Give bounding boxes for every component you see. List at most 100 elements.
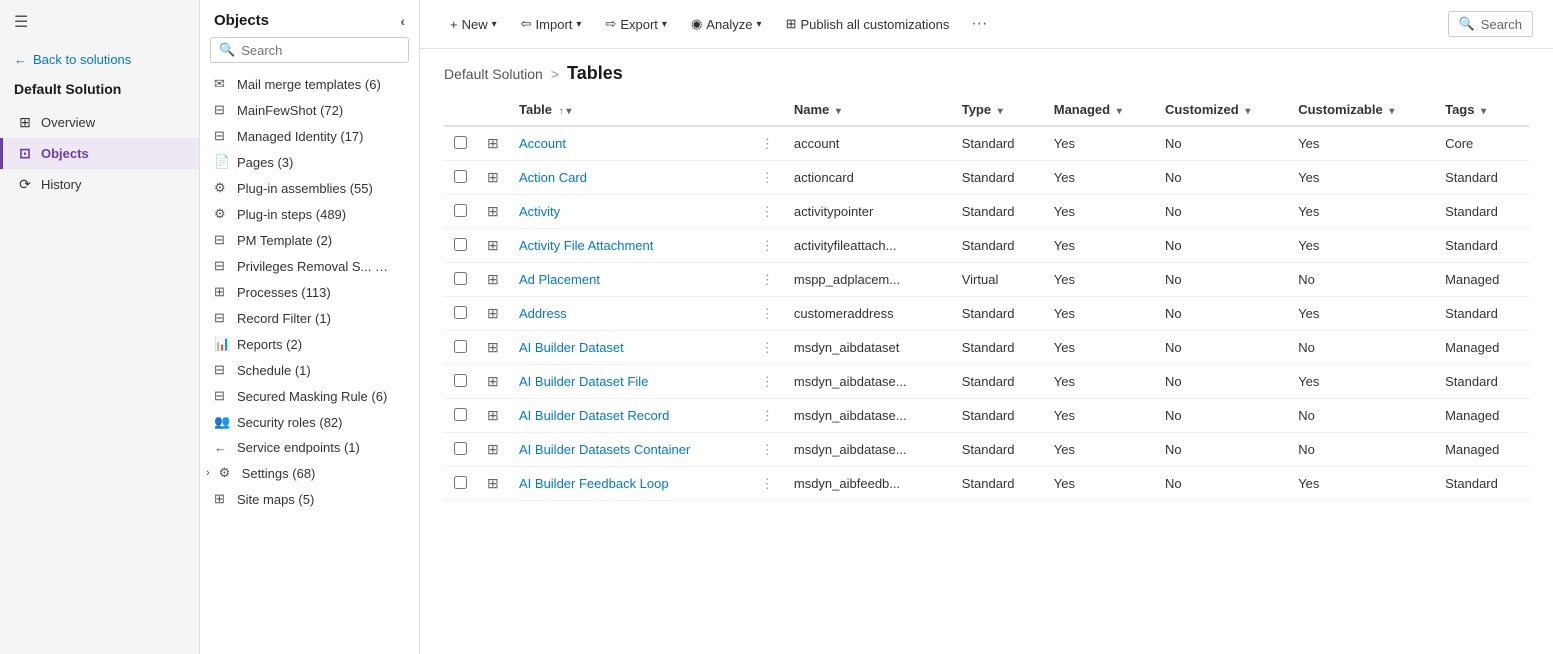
row-checkbox-input-8[interactable] [454, 408, 467, 421]
col-header-tags[interactable]: Tags ▾ [1435, 94, 1529, 126]
objects-item-plugin-steps[interactable]: ⚙ Plug-in steps (489) ··· [200, 201, 419, 227]
row-customizable-7: Yes [1288, 365, 1435, 399]
row-checkbox-8[interactable] [444, 399, 477, 433]
back-to-solutions-link[interactable]: ← Back to solutions [0, 44, 199, 75]
analyze-icon: ◉ [691, 16, 702, 32]
row-checkbox-input-5[interactable] [454, 306, 467, 319]
objects-item-label-site-maps: Site maps (5) [237, 492, 390, 507]
row-checkbox-1[interactable] [444, 161, 477, 195]
row-more-10[interactable]: ⋮ [751, 467, 784, 501]
analyze-button[interactable]: ◉ Analyze ▾ [681, 11, 772, 37]
col-header-type[interactable]: Type ▾ [952, 94, 1044, 126]
row-more-0[interactable]: ⋮ [751, 126, 784, 161]
objects-item-label-mainfewshot: MainFewShot (72) [237, 103, 390, 118]
objects-item-mainfewshot[interactable]: ⊟ MainFewShot (72) ··· [200, 97, 419, 123]
sidebar-item-history[interactable]: ⟳ History [0, 169, 199, 200]
import-button[interactable]: ⇦ Import ▾ [511, 11, 592, 37]
row-checkbox-5[interactable] [444, 297, 477, 331]
row-checkbox-input-6[interactable] [454, 340, 467, 353]
row-checkbox-input-1[interactable] [454, 170, 467, 183]
hamburger-icon[interactable]: ☰ [0, 0, 199, 44]
objects-search-box[interactable]: 🔍 [210, 37, 409, 63]
row-more-1[interactable]: ⋮ [751, 161, 784, 195]
objects-item-security-roles[interactable]: 👥 Security roles (82) ··· [200, 409, 419, 435]
row-table-name-3[interactable]: Activity File Attachment [509, 229, 751, 263]
row-checkbox-input-2[interactable] [454, 204, 467, 217]
row-more-8[interactable]: ⋮ [751, 399, 784, 433]
breadcrumb-parent[interactable]: Default Solution [444, 66, 543, 82]
row-checkbox-input-3[interactable] [454, 238, 467, 251]
objects-item-privileges-removal[interactable]: ⊟ Privileges Removal S... (3) ··· [200, 253, 419, 279]
row-table-name-5[interactable]: Address [509, 297, 751, 331]
row-table-name-6[interactable]: AI Builder Dataset [509, 331, 751, 365]
row-table-name-0[interactable]: Account [509, 126, 751, 161]
row-checkbox-6[interactable] [444, 331, 477, 365]
col-header-table[interactable]: Table ↑ ▾ [509, 94, 751, 126]
objects-item-secured-masking[interactable]: ⊟ Secured Masking Rule (6) ··· [200, 383, 419, 409]
row-checkbox-input-10[interactable] [454, 476, 467, 489]
row-checkbox-9[interactable] [444, 433, 477, 467]
row-table-name-8[interactable]: AI Builder Dataset Record [509, 399, 751, 433]
col-header-customized[interactable]: Customized ▾ [1155, 94, 1288, 126]
row-more-2[interactable]: ⋮ [751, 195, 784, 229]
sidebar-item-objects[interactable]: ⊡ Objects [0, 138, 199, 169]
row-checkbox-3[interactable] [444, 229, 477, 263]
objects-item-pm-template[interactable]: ⊟ PM Template (2) ··· [200, 227, 419, 253]
row-table-name-9[interactable]: AI Builder Datasets Container [509, 433, 751, 467]
row-api-name-8: msdyn_aibdatase... [784, 399, 952, 433]
table-grid-icon-6: ⊞ [487, 339, 499, 355]
row-managed-1: Yes [1044, 161, 1155, 195]
col-header-customizable[interactable]: Customizable ▾ [1288, 94, 1435, 126]
toolbar-search-box[interactable]: 🔍 Search [1448, 11, 1533, 37]
export-button[interactable]: ⇨ Export ▾ [595, 11, 677, 37]
row-customizable-0: Yes [1288, 126, 1435, 161]
objects-item-managed-identity[interactable]: ⊟ Managed Identity (17) ··· [200, 123, 419, 149]
row-api-name-9: msdyn_aibdatase... [784, 433, 952, 467]
row-more-7[interactable]: ⋮ [751, 365, 784, 399]
row-checkbox-0[interactable] [444, 126, 477, 161]
row-checkbox-10[interactable] [444, 467, 477, 501]
row-table-icon-6: ⊞ [477, 331, 509, 365]
row-more-9[interactable]: ⋮ [751, 433, 784, 467]
row-checkbox-input-4[interactable] [454, 272, 467, 285]
collapse-icon[interactable]: ‹ [400, 13, 405, 29]
row-table-name-4[interactable]: Ad Placement [509, 263, 751, 297]
publish-button[interactable]: ⊞ Publish all customizations [776, 11, 960, 37]
objects-item-pages[interactable]: 📄 Pages (3) ··· [200, 149, 419, 175]
more-button[interactable]: ··· [963, 10, 995, 38]
row-table-name-10[interactable]: AI Builder Feedback Loop [509, 467, 751, 501]
objects-item-reports[interactable]: 📊 Reports (2) ··· [200, 331, 419, 357]
objects-item-label-pages: Pages (3) [237, 155, 390, 170]
objects-item-mail-merge[interactable]: ✉ Mail merge templates (6) ··· [200, 71, 419, 97]
row-more-6[interactable]: ⋮ [751, 331, 784, 365]
row-checkbox-input-9[interactable] [454, 442, 467, 455]
objects-search-input[interactable] [241, 43, 400, 58]
row-checkbox-2[interactable] [444, 195, 477, 229]
objects-item-service-endpoints[interactable]: ← Service endpoints (1) ··· [200, 435, 419, 460]
row-table-icon-2: ⊞ [477, 195, 509, 229]
row-more-3[interactable]: ⋮ [751, 229, 784, 263]
row-table-name-1[interactable]: Action Card [509, 161, 751, 195]
row-table-name-2[interactable]: Activity [509, 195, 751, 229]
objects-item-schedule[interactable]: ⊟ Schedule (1) ··· [200, 357, 419, 383]
customized-sort-icon: ▾ [1245, 106, 1250, 117]
objects-item-settings[interactable]: ›⚙ Settings (68) ··· [200, 460, 419, 486]
objects-item-plugin-assemblies[interactable]: ⚙ Plug-in assemblies (55) ··· [200, 175, 419, 201]
row-type-0: Standard [952, 126, 1044, 161]
sidebar-item-overview[interactable]: ⊞ Overview [0, 107, 199, 138]
row-checkbox-7[interactable] [444, 365, 477, 399]
objects-item-processes[interactable]: ⊞ Processes (113) ··· [200, 279, 419, 305]
row-more-5[interactable]: ⋮ [751, 297, 784, 331]
col-header-name[interactable]: Name ▾ [784, 94, 952, 126]
objects-item-site-maps[interactable]: ⊞ Site maps (5) ··· [200, 486, 419, 512]
row-checkbox-input-0[interactable] [454, 136, 467, 149]
row-more-4[interactable]: ⋮ [751, 263, 784, 297]
row-table-name-7[interactable]: AI Builder Dataset File [509, 365, 751, 399]
table-row: ⊞ AI Builder Dataset Record ⋮ msdyn_aibd… [444, 399, 1529, 433]
objects-item-record-filter[interactable]: ⊟ Record Filter (1) ··· [200, 305, 419, 331]
row-customizable-6: No [1288, 331, 1435, 365]
col-header-managed[interactable]: Managed ▾ [1044, 94, 1155, 126]
row-checkbox-input-7[interactable] [454, 374, 467, 387]
new-button[interactable]: + New ▾ [440, 12, 507, 37]
row-checkbox-4[interactable] [444, 263, 477, 297]
